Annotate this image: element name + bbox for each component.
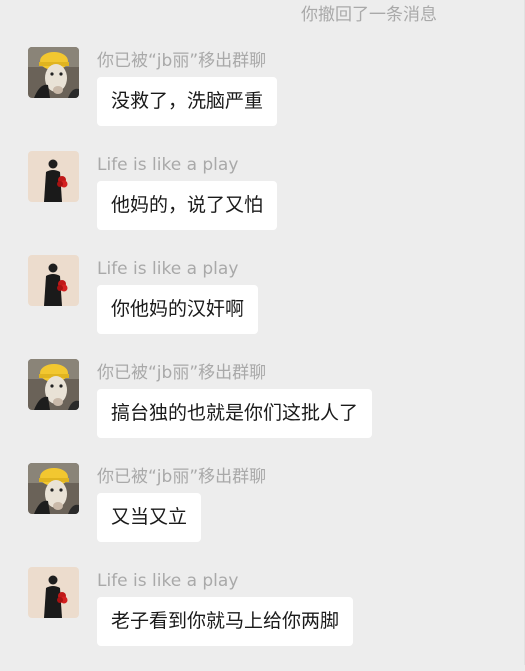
sender-name: Life is like a play [97,259,239,279]
sender-name: 你已被“jb丽”移出群聊 [97,467,267,487]
dog-avatar[interactable] [28,47,79,98]
chat-message: Life is like a play 老子看到你就马上给你两脚 [0,567,525,671]
sender-name: 你已被“jb丽”移出群聊 [97,363,267,383]
system-notice: 你撤回了一条消息 [301,5,437,25]
sender-name: Life is like a play [97,155,239,175]
message-bubble[interactable]: 他妈的，说了又怕 [97,181,278,230]
chat-message: 你已被“jb丽”移出群聊 又当又立 [0,463,525,567]
dog-avatar[interactable] [28,359,79,410]
sender-name: 你已被“jb丽”移出群聊 [97,51,267,71]
message-bubble[interactable]: 搞台独的也就是你们这批人了 [97,389,373,438]
chat-message: 你已被“jb丽”移出群聊 没救了，洗脑严重 [0,47,525,151]
person-avatar[interactable] [28,151,79,202]
message-bubble[interactable]: 又当又立 [97,493,202,542]
chat-message: 你已被“jb丽”移出群聊 搞台独的也就是你们这批人了 [0,359,525,463]
chat-message: Life is like a play 他妈的，说了又怕 [0,151,525,255]
message-bubble[interactable]: 你他妈的汉奸啊 [97,285,259,334]
person-avatar[interactable] [28,255,79,306]
dog-avatar[interactable] [28,463,79,514]
chat-message-list: 你已被“jb丽”移出群聊 没救了，洗脑严重 Life is like a pla… [0,47,525,671]
message-bubble[interactable]: 没救了，洗脑严重 [97,77,278,126]
person-avatar[interactable] [28,567,79,618]
chat-message: Life is like a play 你他妈的汉奸啊 [0,255,525,359]
sender-name: Life is like a play [97,571,239,591]
message-bubble[interactable]: 老子看到你就马上给你两脚 [97,597,354,646]
